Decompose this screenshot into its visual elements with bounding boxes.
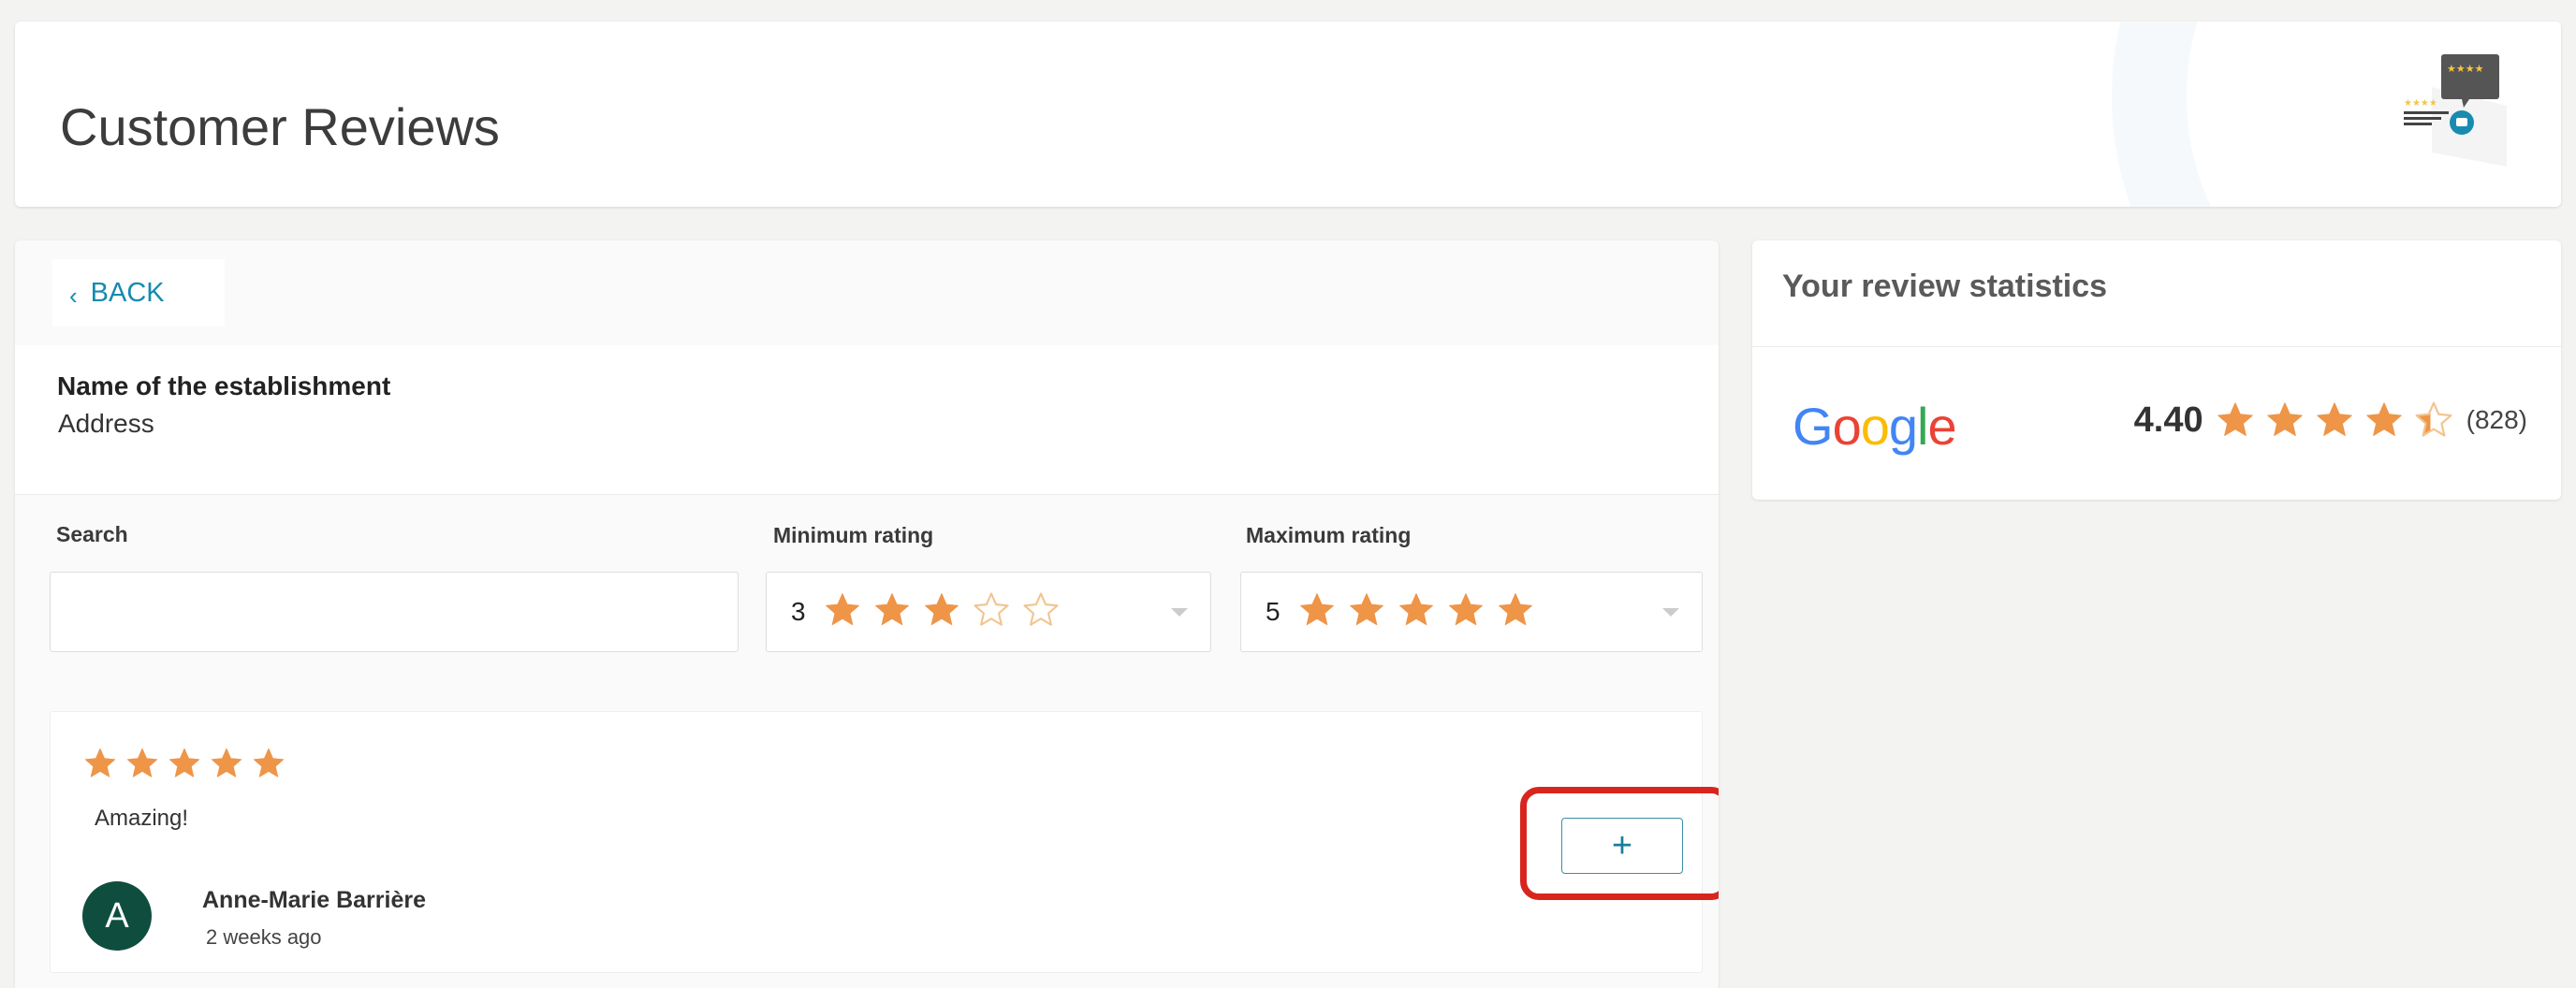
- google-logo: Google: [1793, 397, 1957, 456]
- chevron-down-icon: [1662, 608, 1679, 617]
- star-filled-icon: [124, 746, 160, 781]
- back-label: BACK: [90, 277, 165, 308]
- star-empty-icon: [1021, 590, 1061, 630]
- review-rating-stars: [82, 746, 293, 781]
- back-button[interactable]: ‹ BACK: [52, 259, 225, 327]
- min-rating-select[interactable]: 3: [766, 572, 1211, 652]
- star-filled-icon: [922, 590, 961, 630]
- expand-review-button[interactable]: +: [1561, 818, 1683, 874]
- star-filled-icon: [82, 746, 118, 781]
- establishment-address: Address: [58, 409, 154, 438]
- star-filled-icon: [167, 746, 202, 781]
- star-filled-icon: [872, 590, 912, 630]
- star-filled-icon: [1496, 590, 1535, 630]
- star-filled-icon: [2215, 400, 2256, 441]
- average-rating: 4.40: [2133, 400, 2203, 440]
- star-half-icon: [2413, 400, 2454, 441]
- review-count: (828): [2466, 405, 2527, 434]
- review-statistics-panel: Your review statistics Google 4.40 (828): [1752, 240, 2561, 500]
- highlight-box: +: [1520, 787, 1719, 900]
- star-filled-icon: [1397, 590, 1436, 630]
- star-filled-icon: [1446, 590, 1486, 630]
- min-rating-label: Minimum rating: [773, 523, 934, 547]
- chevron-left-icon: ‹: [69, 281, 78, 310]
- star-filled-icon: [823, 590, 862, 630]
- reviews-panel: ‹ BACK Name of the establishment Address…: [15, 240, 1719, 988]
- search-input[interactable]: [50, 572, 739, 652]
- divider: [1752, 346, 2561, 347]
- establishment-info: Name of the establishment Address: [15, 345, 1719, 495]
- establishment-name: Name of the establishment: [57, 371, 391, 400]
- stats-rating-row: 4.40 (828): [2134, 400, 2527, 441]
- max-rating-label: Maximum rating: [1246, 523, 1412, 547]
- chevron-down-icon: [1171, 608, 1188, 617]
- star-filled-icon: [2364, 400, 2405, 441]
- star-filled-icon: [1347, 590, 1386, 630]
- avatar: A: [82, 881, 152, 951]
- star-filled-icon: [2314, 400, 2355, 441]
- stats-title: Your review statistics: [1782, 269, 2108, 304]
- average-rating-stars: [2215, 400, 2463, 441]
- review-card: Amazing! A Anne-Marie Barrière 2 weeks a…: [50, 711, 1719, 973]
- star-filled-icon: [251, 746, 286, 781]
- search-label: Search: [56, 522, 128, 546]
- min-rating-stars: [823, 590, 1071, 634]
- star-empty-icon: [972, 590, 1011, 630]
- svg-text:★★★★: ★★★★: [2447, 63, 2484, 75]
- review-text: Amazing!: [95, 806, 189, 831]
- max-rating-stars: [1297, 590, 1545, 634]
- review-time: 2 weeks ago: [206, 925, 322, 949]
- max-rating-select[interactable]: 5: [1240, 572, 1703, 652]
- max-rating-value: 5: [1266, 597, 1281, 626]
- svg-text:★★★★: ★★★★: [2404, 98, 2437, 109]
- min-rating-value: 3: [791, 597, 806, 626]
- page-header: Customer Reviews ★★★★ ★★★★: [15, 22, 2561, 207]
- review-author: Anne-Marie Barrière: [202, 887, 426, 913]
- page-title: Customer Reviews: [60, 97, 500, 156]
- star-filled-icon: [209, 746, 244, 781]
- star-filled-icon: [1297, 590, 1337, 630]
- review-speech-icon: ★★★★ ★★★★: [2404, 50, 2516, 171]
- star-filled-icon: [2264, 400, 2305, 441]
